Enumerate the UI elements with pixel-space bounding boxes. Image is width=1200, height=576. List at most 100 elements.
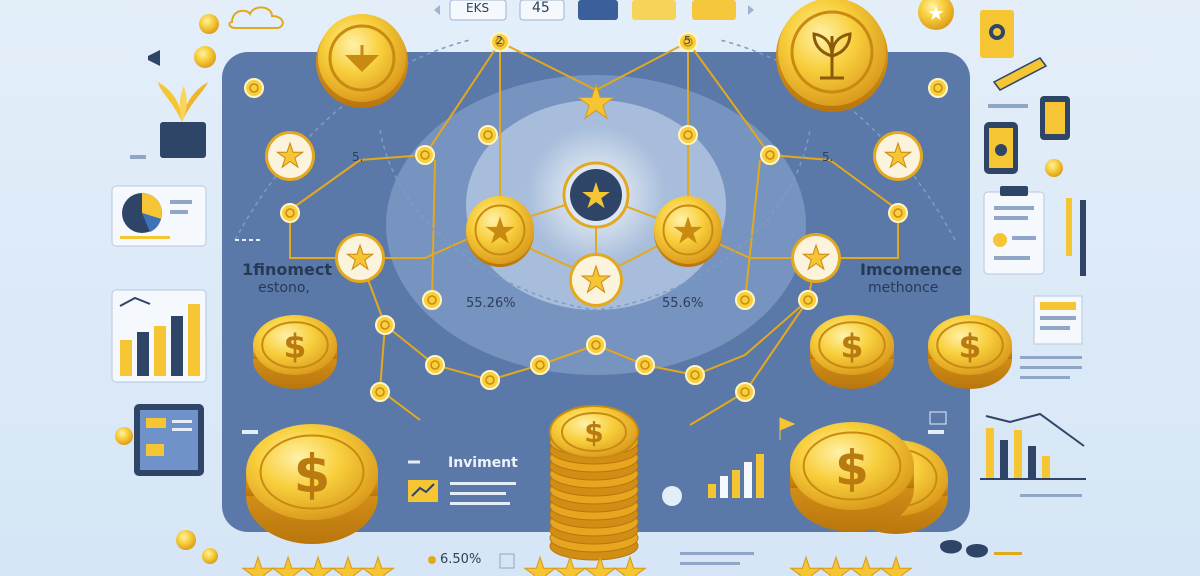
coin-top-right <box>776 0 888 112</box>
clipboard-icon <box>983 186 1045 275</box>
line-chart-icon <box>408 480 438 502</box>
plant-pot-icon <box>158 82 208 158</box>
svg-text:★: ★ <box>483 209 517 253</box>
connector-dot <box>425 355 445 375</box>
node-right-value: 5. <box>822 150 834 164</box>
connector-dot <box>478 125 498 145</box>
trend-chart <box>980 412 1086 480</box>
dollar-coin: $ <box>810 315 894 389</box>
center-pct-left: 55.26% <box>466 296 516 311</box>
svg-text:★: ★ <box>275 136 305 175</box>
tab-mid-label: 45 <box>532 0 550 16</box>
rating-star: ★ <box>360 550 396 576</box>
right-title-line1: Imcomence <box>860 260 963 279</box>
star-node: ★ <box>569 253 623 307</box>
pen-icon <box>1066 198 1072 256</box>
bottom-pct: 6.50% <box>440 552 482 567</box>
infographic-canvas: ★★★★★★★ ★ ★ $$$$$$ $ <box>111 0 1086 576</box>
coin-small <box>202 548 218 564</box>
chevron-right-icon[interactable] <box>748 5 754 15</box>
svg-text:★: ★ <box>580 176 612 217</box>
star-node: ★ <box>265 131 315 181</box>
dollar-coin: $ <box>928 315 1012 389</box>
phone-icon <box>984 122 1018 174</box>
node-top-right-value: 5 <box>684 34 691 47</box>
svg-text:$: $ <box>284 327 307 366</box>
dollar-coin: $ <box>253 315 337 389</box>
coin-top-left <box>316 14 408 108</box>
pen-icon <box>1080 200 1086 276</box>
connector-dot <box>928 78 948 98</box>
rating-star: ★ <box>878 550 914 576</box>
bottom-label: Inviment <box>448 455 518 471</box>
connector-dot <box>635 355 655 375</box>
connector-dot <box>735 290 755 310</box>
svg-text:★: ★ <box>575 75 616 129</box>
connector-dot <box>280 203 300 223</box>
connector-dot <box>375 315 395 335</box>
svg-text:$: $ <box>584 416 603 449</box>
svg-text:★: ★ <box>345 238 375 277</box>
pencil-icon <box>992 57 1048 91</box>
connector-dot <box>760 145 780 165</box>
tab-yellow[interactable] <box>632 0 676 20</box>
connector-dot <box>586 335 606 355</box>
rating-stars: ★★★★★ ★★★★ ★★★★ <box>240 550 915 576</box>
svg-text:★: ★ <box>580 260 612 301</box>
coin-small <box>115 427 133 445</box>
star-node: ★ <box>873 131 923 181</box>
coin-small <box>1045 159 1063 177</box>
document-card <box>1033 295 1083 345</box>
coin-small <box>176 530 196 550</box>
avatar-icon <box>662 486 682 506</box>
node-left-value: 5. <box>352 150 364 164</box>
connector-dot <box>480 370 500 390</box>
svg-text:$: $ <box>959 327 982 366</box>
right-title-line2: methonce <box>868 280 939 296</box>
pie-chart-card <box>111 185 207 247</box>
tab-last[interactable] <box>692 0 736 20</box>
left-title-line2: estono, <box>258 280 310 296</box>
svg-text:$: $ <box>841 327 864 366</box>
tablet-icon <box>134 404 204 476</box>
connector-dot <box>798 290 818 310</box>
svg-text:$: $ <box>835 440 869 496</box>
phone-icon <box>1040 96 1070 140</box>
cloud-icon <box>228 6 284 29</box>
connector-dot <box>678 125 698 145</box>
top-star-icon: ★ <box>575 75 617 130</box>
tab-left-label: EKS <box>466 1 490 15</box>
star-node: ★ <box>335 233 385 283</box>
coin-stack: $ <box>549 405 639 561</box>
node-top-left-value: 2 <box>496 34 503 47</box>
svg-text:★: ★ <box>927 1 945 25</box>
svg-text:★: ★ <box>671 209 705 253</box>
megaphone-icon <box>148 50 160 66</box>
bar-chart-card <box>111 289 207 383</box>
svg-text:★: ★ <box>883 136 913 175</box>
connector-dot <box>370 382 390 402</box>
left-title-line1: 1finomect <box>242 260 333 279</box>
connector-dot <box>530 355 550 375</box>
svg-text:$: $ <box>294 444 331 505</box>
glasses-icon <box>940 540 988 558</box>
connector-dot <box>415 145 435 165</box>
connector-dot <box>735 382 755 402</box>
star-node: ★ <box>791 233 841 283</box>
coin-small <box>199 14 219 34</box>
coin-small <box>194 46 216 68</box>
connector-dot <box>685 365 705 385</box>
star-coin: ★ <box>654 196 722 267</box>
card-icon <box>980 10 1014 58</box>
dollar-coin: $ <box>246 424 378 544</box>
center-star-node: ★ <box>562 161 630 229</box>
rating-star: ★ <box>612 550 648 576</box>
connector-dot <box>888 203 908 223</box>
center-pct-right: 55.6% <box>662 296 704 311</box>
connector-dot <box>244 78 264 98</box>
connector-dot <box>422 290 442 310</box>
star-coin: ★ <box>466 196 534 267</box>
dollar-coin: $ <box>790 422 914 532</box>
tab-blue[interactable] <box>578 0 618 20</box>
chevron-left-icon[interactable] <box>434 5 440 15</box>
